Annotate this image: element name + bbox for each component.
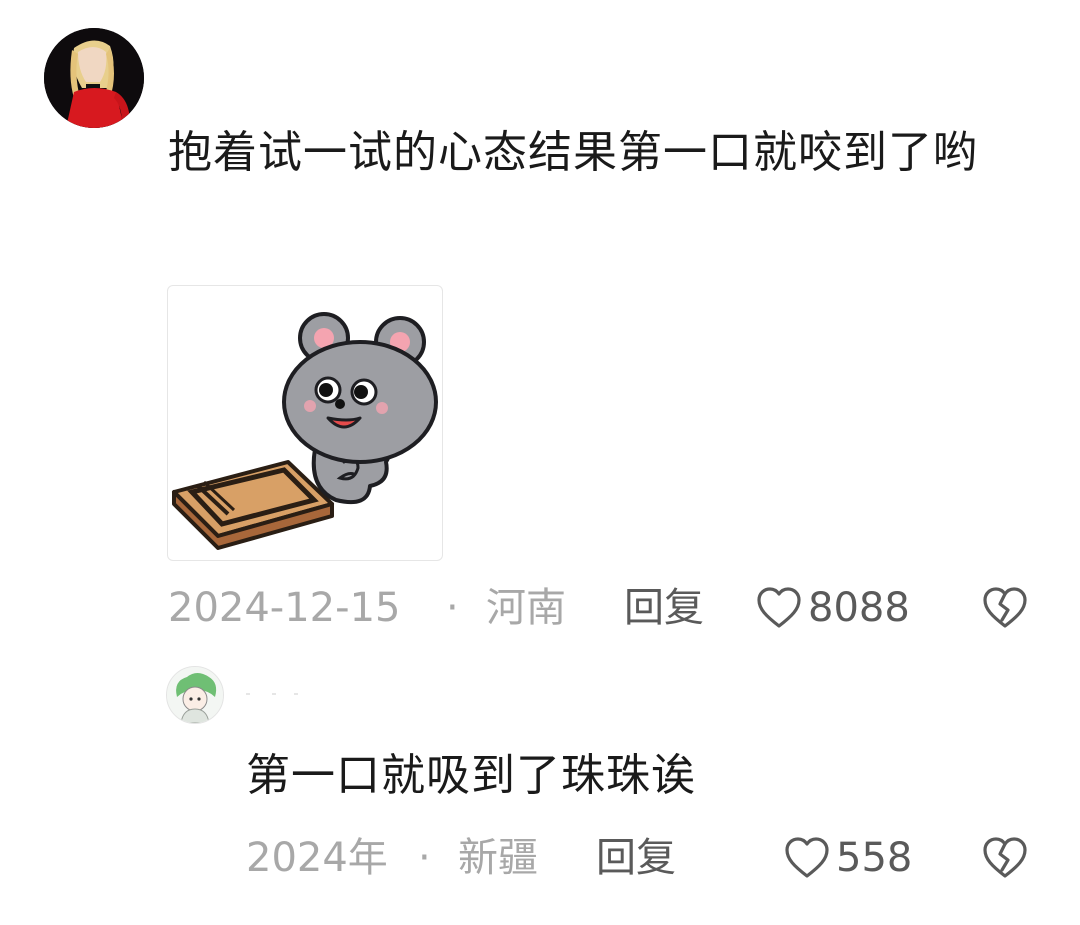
like-count: 8088 (808, 585, 910, 631)
comment-sticker-image[interactable] (167, 285, 443, 561)
reply-commenter-avatar[interactable] (166, 666, 224, 724)
reply-button[interactable]: 回复 (624, 584, 704, 632)
user-avatar (44, 28, 144, 128)
reply-date: 2024年 (246, 835, 388, 881)
user-avatar (167, 667, 223, 723)
commenter-avatar[interactable] (44, 28, 144, 128)
comment-text: 抱着试一试的心态结果第一口就咬到了哟 (168, 127, 978, 178)
mouse-with-mousetrap-sticker (172, 312, 438, 550)
like-button[interactable]: 8088 (756, 584, 910, 632)
heart-outline-icon (757, 587, 801, 628)
dislike-button[interactable] (982, 586, 1028, 634)
like-count: 558 (836, 835, 913, 881)
meta-separator: · (446, 585, 459, 631)
dislike-button[interactable] (982, 836, 1028, 884)
broken-heart-icon (983, 587, 1027, 628)
faint-username-marks (246, 693, 298, 695)
heart-outline-icon (785, 837, 829, 878)
comment-location: 河南 (486, 585, 566, 631)
reply-username-placeholder (246, 684, 306, 695)
comment-date: 2024-12-15 (168, 585, 401, 631)
reply-text: 第一口就吸到了珠珠诶 (246, 750, 696, 801)
broken-heart-icon (983, 837, 1027, 878)
reply-location: 新疆 (458, 835, 538, 881)
reply-button[interactable]: 回复 (596, 834, 676, 882)
like-button[interactable]: 558 (784, 834, 912, 882)
meta-separator: · (418, 835, 431, 881)
